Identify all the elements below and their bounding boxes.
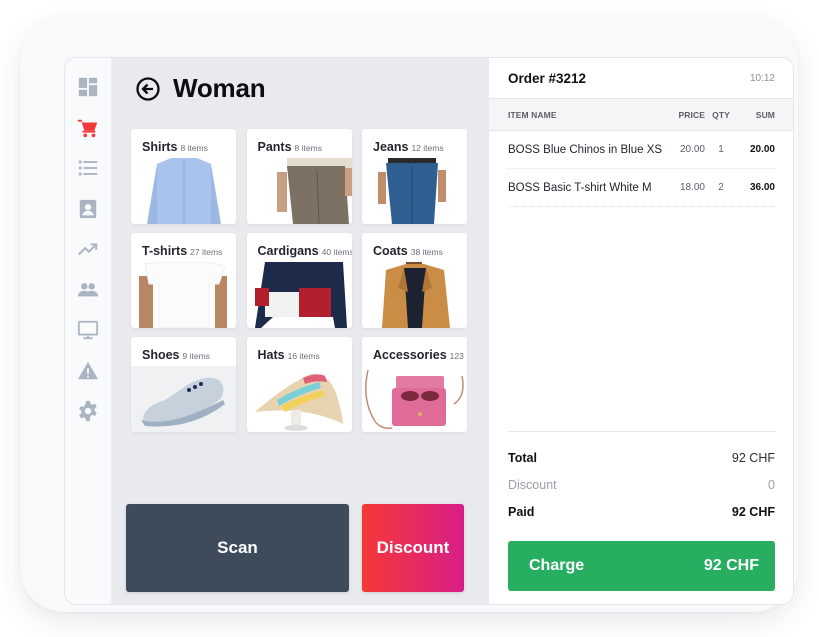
sidebar-item-cart[interactable] <box>73 113 103 143</box>
column-header-price: PRICE <box>678 109 705 120</box>
people-icon <box>77 282 99 296</box>
shopping-cart-icon <box>77 119 98 137</box>
shirt-image <box>131 158 236 224</box>
page-title: Woman <box>173 73 266 103</box>
charge-label: Charge <box>529 557 585 574</box>
order-line-item[interactable]: BOSS Blue Chinos in Blue XS 20.00 1 20.0… <box>508 131 775 169</box>
total-row: Total 92 CHF <box>508 444 775 471</box>
category-count: 8 items <box>294 143 322 153</box>
dashboard-icon <box>78 77 98 97</box>
sidebar-item-alerts[interactable] <box>73 356 103 386</box>
category-name: Pants <box>257 140 292 154</box>
item-price: 18.00 <box>679 182 705 193</box>
sidebar-item-display[interactable] <box>73 315 103 345</box>
category-grid: Shirts 8 items Pants 8 items Jeans 12 items <box>131 129 467 432</box>
arrow-left-circle-icon[interactable] <box>135 76 161 102</box>
warning-icon <box>77 361 99 379</box>
monitor-icon <box>77 320 99 340</box>
column-header-sum: SUM <box>755 109 775 120</box>
category-card-accessories[interactable]: Accessories 123 <box>362 337 467 432</box>
shoe-image <box>131 366 236 432</box>
item-sum: 20.00 <box>749 144 775 155</box>
category-card-shoes[interactable]: Shoes 9 items <box>131 337 236 432</box>
order-time: 10:12 <box>749 72 775 84</box>
order-table-header: ITEM NAME PRICE QTY SUM <box>489 98 793 131</box>
item-qty: 2 <box>718 182 724 193</box>
pants-image <box>247 158 352 224</box>
sidebar-item-analytics[interactable] <box>73 234 103 264</box>
column-header-qty: QTY <box>712 109 730 120</box>
category-name: Shirts <box>142 140 178 154</box>
sidebar-item-contacts[interactable] <box>73 194 103 224</box>
discount-row: Discount 0 <box>508 471 775 498</box>
order-line-item[interactable]: BOSS Basic T-shirt White M 18.00 2 36.00 <box>508 169 775 207</box>
category-name: Hats <box>257 348 285 362</box>
category-card-coats[interactable]: Coats 38 items <box>362 233 467 328</box>
paid-label: Paid <box>508 504 535 519</box>
catalog-panel: Woman Shirts 8 items Pants 8 items Jeans… <box>112 58 489 604</box>
total-value: 92 CHF <box>731 450 775 465</box>
sidebar-item-customers[interactable] <box>73 275 103 305</box>
category-card-hats[interactable]: Hats 16 items <box>246 337 352 432</box>
discount-value: 0 <box>768 477 775 492</box>
item-price: 20.00 <box>679 144 705 155</box>
coat-image <box>362 262 467 328</box>
cardigan-image <box>247 262 352 328</box>
gear-icon <box>79 400 97 422</box>
category-name: Cardigans <box>257 244 319 258</box>
hat-image <box>247 366 352 432</box>
item-name: BOSS Blue Chinos in Blue XS <box>508 143 663 156</box>
category-count: 38 items <box>410 247 443 257</box>
paid-row: Paid 92 CHF <box>508 498 775 525</box>
item-name: BOSS Basic T-shirt White M <box>508 181 652 194</box>
sidebar-item-dashboard[interactable] <box>73 72 103 102</box>
pos-screen: Woman Shirts 8 items Pants 8 items Jeans… <box>64 57 794 605</box>
contact-card-icon <box>79 199 97 218</box>
category-name: Coats <box>373 244 408 258</box>
category-name: Shoes <box>142 348 180 362</box>
category-count: 12 items <box>411 143 444 153</box>
jeans-image <box>362 158 467 224</box>
category-name: T-shirts <box>142 244 188 258</box>
order-panel: Order #3212 10:12 ITEM NAME PRICE QTY SU… <box>489 58 793 604</box>
list-icon <box>78 160 98 176</box>
category-card-shirts[interactable]: Shirts 8 items <box>131 129 236 224</box>
trending-up-icon <box>78 243 98 256</box>
catalog-header: Woman <box>135 73 266 104</box>
order-totals: Total 92 CHF Discount 0 Paid 92 CHF <box>508 431 775 525</box>
bag-image <box>362 366 467 432</box>
category-card-tshirts[interactable]: T-shirts 27 items <box>131 233 236 328</box>
category-card-cardigans[interactable]: Cardigans 40 items <box>246 233 352 328</box>
sidebar <box>65 58 112 604</box>
category-card-jeans[interactable]: Jeans 12 items <box>362 129 467 224</box>
category-count: 40 items <box>321 247 352 257</box>
scan-button[interactable]: Scan <box>126 504 349 592</box>
category-count: 123 <box>449 351 464 361</box>
charge-button[interactable]: Charge 92 CHF <box>508 541 775 591</box>
category-count: 9 items <box>182 351 210 361</box>
category-count: 27 items <box>190 247 223 257</box>
sidebar-item-list[interactable] <box>73 153 103 183</box>
tshirt-image <box>131 262 236 328</box>
item-qty: 1 <box>718 144 724 155</box>
column-header-item-name: ITEM NAME <box>508 109 557 120</box>
category-name: Jeans <box>373 140 409 154</box>
item-sum: 36.00 <box>749 182 775 193</box>
category-name: Accessories <box>373 348 447 362</box>
total-label: Total <box>508 450 537 465</box>
paid-value: 92 CHF <box>731 504 775 519</box>
order-header: Order #3212 10:12 <box>489 58 793 98</box>
sidebar-item-settings[interactable] <box>73 396 103 426</box>
tablet-frame: Woman Shirts 8 items Pants 8 items Jeans… <box>20 17 798 612</box>
discount-label: Discount <box>508 477 557 492</box>
category-card-pants[interactable]: Pants 8 items <box>246 129 352 224</box>
discount-button[interactable]: Discount <box>362 504 464 592</box>
category-count: 16 items <box>287 351 320 361</box>
order-title: Order #3212 <box>508 70 587 86</box>
charge-amount: 92 CHF <box>703 557 759 574</box>
category-count: 8 items <box>180 143 208 153</box>
